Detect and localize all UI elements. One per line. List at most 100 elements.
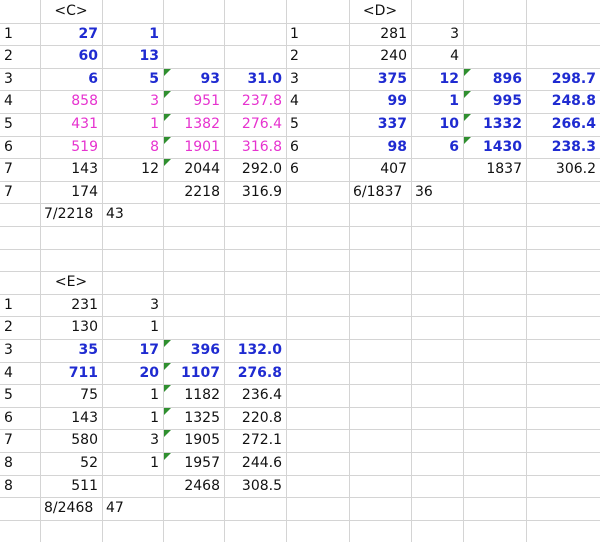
cumulative-cell[interactable]: 1182 bbox=[167, 384, 220, 406]
cumulative-cell[interactable]: 1107 bbox=[167, 362, 220, 384]
count-cell[interactable]: 4 bbox=[415, 45, 459, 67]
row-number-cell[interactable]: 6 bbox=[4, 136, 36, 158]
count-cell[interactable]: 1 bbox=[106, 384, 159, 406]
value-cell[interactable]: 143 bbox=[44, 158, 98, 180]
block-summary-count[interactable]: 47 bbox=[106, 497, 159, 519]
count-cell[interactable] bbox=[415, 158, 459, 180]
row-number-cell[interactable]: 6 bbox=[290, 158, 345, 180]
value-cell[interactable]: 52 bbox=[44, 452, 98, 474]
count-cell[interactable]: 1 bbox=[106, 407, 159, 429]
count-cell[interactable]: 3 bbox=[106, 90, 159, 112]
average-cell[interactable]: 244.6 bbox=[228, 452, 282, 474]
value-cell[interactable]: 99 bbox=[353, 90, 407, 112]
count-cell[interactable] bbox=[106, 475, 159, 497]
cumulative-cell[interactable]: 2218 bbox=[167, 181, 220, 203]
row-number-cell[interactable]: 8 bbox=[4, 475, 36, 497]
row-number-cell[interactable]: 1 bbox=[4, 23, 36, 45]
value-cell[interactable]: 98 bbox=[353, 136, 407, 158]
cumulative-cell[interactable]: 2044 bbox=[167, 158, 220, 180]
value-cell[interactable]: 519 bbox=[44, 136, 98, 158]
value-cell[interactable]: 375 bbox=[353, 68, 407, 90]
row-number-cell[interactable]: 6 bbox=[290, 136, 345, 158]
value-cell[interactable]: 60 bbox=[44, 45, 98, 67]
average-cell[interactable]: 220.8 bbox=[228, 407, 282, 429]
value-cell[interactable]: 130 bbox=[44, 316, 98, 338]
row-number-cell[interactable]: 8 bbox=[4, 452, 36, 474]
average-cell[interactable] bbox=[530, 23, 596, 45]
block-header[interactable]: <E> bbox=[44, 271, 98, 293]
cumulative-cell[interactable]: 1332 bbox=[467, 113, 522, 135]
average-cell[interactable]: 237.8 bbox=[228, 90, 282, 112]
count-cell[interactable] bbox=[106, 181, 159, 203]
count-cell[interactable]: 13 bbox=[106, 45, 159, 67]
cumulative-cell[interactable]: 1901 bbox=[167, 136, 220, 158]
block-header[interactable]: <C> bbox=[44, 0, 98, 22]
count-cell[interactable]: 12 bbox=[415, 68, 459, 90]
average-cell[interactable]: 238.3 bbox=[530, 136, 596, 158]
row-number-cell[interactable]: 5 bbox=[4, 113, 36, 135]
spreadsheet-grid[interactable]: <C> 1 27 1 2 60 13 3 6 5 93 31.0 4 858 3 951 237.8 5 431 1 1… bbox=[0, 0, 600, 542]
average-cell[interactable]: 306.2 bbox=[530, 158, 596, 180]
count-cell[interactable]: 1 bbox=[106, 113, 159, 135]
average-cell[interactable]: 298.7 bbox=[530, 68, 596, 90]
cumulative-cell[interactable]: 93 bbox=[167, 68, 220, 90]
row-number-cell[interactable]: 4 bbox=[4, 362, 36, 384]
row-number-cell[interactable]: 4 bbox=[290, 90, 345, 112]
average-cell[interactable]: 266.4 bbox=[530, 113, 596, 135]
cumulative-cell[interactable] bbox=[467, 45, 522, 67]
row-number-cell[interactable]: 7 bbox=[4, 181, 36, 203]
average-cell[interactable] bbox=[228, 45, 282, 67]
cumulative-cell[interactable]: 2468 bbox=[167, 475, 220, 497]
value-cell[interactable]: 431 bbox=[44, 113, 98, 135]
row-number-cell[interactable]: 5 bbox=[290, 113, 345, 135]
row-number-cell[interactable]: 4 bbox=[4, 90, 36, 112]
value-cell[interactable]: 143 bbox=[44, 407, 98, 429]
cumulative-cell[interactable]: 1837 bbox=[467, 158, 522, 180]
average-cell[interactable] bbox=[228, 23, 282, 45]
count-cell[interactable]: 17 bbox=[106, 339, 159, 361]
cumulative-cell[interactable] bbox=[167, 294, 220, 316]
row-number-cell[interactable]: 3 bbox=[290, 68, 345, 90]
row-number-cell[interactable]: 3 bbox=[4, 68, 36, 90]
count-cell[interactable]: 1 bbox=[415, 90, 459, 112]
average-cell[interactable]: 316.8 bbox=[228, 136, 282, 158]
count-cell[interactable]: 3 bbox=[106, 294, 159, 316]
row-number-cell[interactable]: 2 bbox=[4, 45, 36, 67]
count-cell[interactable]: 10 bbox=[415, 113, 459, 135]
average-cell[interactable]: 132.0 bbox=[228, 339, 282, 361]
value-cell[interactable]: 511 bbox=[44, 475, 98, 497]
value-cell[interactable]: 337 bbox=[353, 113, 407, 135]
value-cell[interactable]: 231 bbox=[44, 294, 98, 316]
row-number-cell[interactable]: 7 bbox=[4, 429, 36, 451]
count-cell[interactable]: 8 bbox=[106, 136, 159, 158]
average-cell[interactable]: 272.1 bbox=[228, 429, 282, 451]
value-cell[interactable]: 711 bbox=[44, 362, 98, 384]
cumulative-cell[interactable]: 1382 bbox=[167, 113, 220, 135]
block-summary-count[interactable]: 43 bbox=[106, 203, 159, 225]
cumulative-cell[interactable] bbox=[167, 45, 220, 67]
block-summary-label[interactable]: 8/2468 bbox=[44, 497, 98, 519]
cumulative-cell[interactable] bbox=[167, 316, 220, 338]
average-cell[interactable] bbox=[228, 294, 282, 316]
row-number-cell[interactable]: 1 bbox=[4, 294, 36, 316]
row-number-cell[interactable]: 3 bbox=[4, 339, 36, 361]
value-cell[interactable]: 6 bbox=[44, 68, 98, 90]
cumulative-cell[interactable]: 995 bbox=[467, 90, 522, 112]
block-summary-label[interactable]: 6/1837 bbox=[353, 181, 407, 203]
count-cell[interactable]: 20 bbox=[106, 362, 159, 384]
average-cell[interactable]: 31.0 bbox=[228, 68, 282, 90]
value-cell[interactable]: 407 bbox=[353, 158, 407, 180]
cumulative-cell[interactable]: 951 bbox=[167, 90, 220, 112]
average-cell[interactable] bbox=[530, 45, 596, 67]
cumulative-cell[interactable]: 896 bbox=[467, 68, 522, 90]
row-number-cell[interactable]: 1 bbox=[290, 23, 345, 45]
value-cell[interactable]: 75 bbox=[44, 384, 98, 406]
block-header[interactable]: <D> bbox=[353, 0, 407, 22]
average-cell[interactable]: 276.8 bbox=[228, 362, 282, 384]
cumulative-cell[interactable] bbox=[467, 23, 522, 45]
value-cell[interactable]: 858 bbox=[44, 90, 98, 112]
count-cell[interactable]: 1 bbox=[106, 452, 159, 474]
average-cell[interactable]: 308.5 bbox=[228, 475, 282, 497]
average-cell[interactable]: 316.9 bbox=[228, 181, 282, 203]
average-cell[interactable] bbox=[228, 316, 282, 338]
